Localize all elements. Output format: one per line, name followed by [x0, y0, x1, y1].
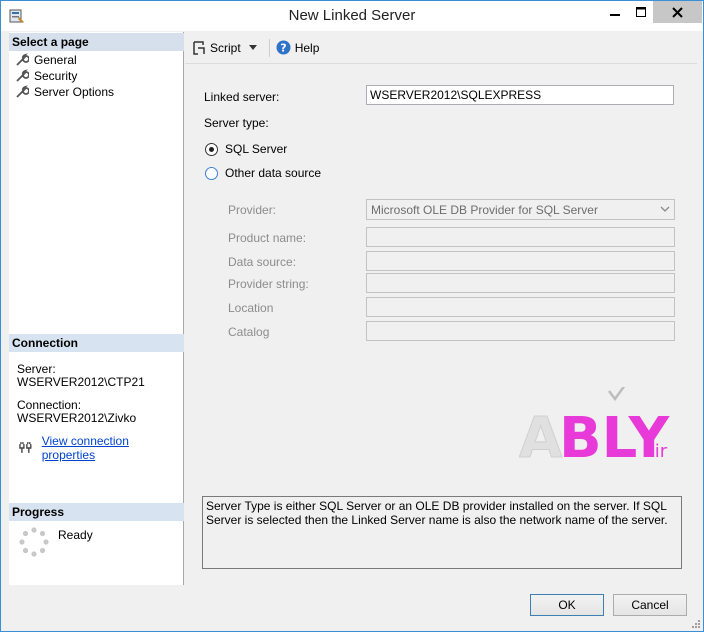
connection-info: Server: WSERVER2012\CTP21 Connection: WS…: [17, 363, 145, 425]
linked-server-label: Linked server:: [204, 90, 280, 104]
progress-header: Progress: [9, 503, 184, 521]
left-pane: Select a page General Security Server Op…: [9, 32, 184, 585]
radio-other-dot[interactable]: [205, 166, 218, 180]
close-button[interactable]: [653, 1, 702, 23]
page-item-general[interactable]: General: [15, 52, 114, 68]
progress-status: Ready: [58, 528, 93, 542]
provider-string-label: Provider string:: [228, 277, 309, 291]
title-bar: New Linked Server: [1, 1, 703, 31]
script-dropdown-button[interactable]: [248, 45, 261, 50]
page-item-security[interactable]: Security: [15, 68, 114, 84]
page-item-server-options[interactable]: Server Options: [15, 84, 114, 100]
resize-grip-icon[interactable]: [690, 618, 700, 628]
view-connection-properties-link[interactable]: View connection properties: [42, 434, 183, 462]
close-icon: [672, 6, 683, 18]
svg-text:A: A: [519, 406, 563, 467]
right-pane: Script ? Help Linked server: Server type…: [185, 32, 697, 585]
maximize-icon: [635, 7, 646, 17]
wrench-icon: [16, 69, 29, 82]
radio-sql-server-label: SQL Server: [225, 142, 288, 156]
page-item-label: Security: [34, 69, 78, 83]
page-list: General Security Server Options: [15, 52, 114, 100]
provider-string-input[interactable]: [366, 273, 675, 293]
script-label: Script: [210, 40, 241, 55]
radio-other-label: Other data source: [225, 166, 322, 180]
svg-text:.ir: .ir: [649, 441, 668, 462]
radio-sql-server[interactable]: SQL Server: [205, 142, 287, 156]
provider-select[interactable]: Microsoft OLE DB Provider for SQL Server: [366, 199, 675, 220]
location-input[interactable]: [366, 297, 675, 317]
svg-text:?: ?: [280, 42, 286, 55]
wrench-icon: [16, 85, 29, 98]
script-icon: [193, 40, 205, 55]
product-name-label: Product name:: [228, 231, 307, 245]
server-value: WSERVER2012\CTP21: [17, 375, 145, 389]
description-box: Server Type is either SQL Server or an O…: [202, 496, 682, 569]
help-button[interactable]: ? Help: [276, 40, 320, 55]
cancel-button[interactable]: Cancel: [613, 594, 687, 616]
provider-value: Microsoft OLE DB Provider for SQL Server: [371, 203, 598, 217]
connection-header: Connection: [9, 334, 184, 352]
progress-spinner-icon: [19, 527, 49, 557]
page-item-label: General: [34, 53, 77, 67]
linked-server-input[interactable]: [366, 85, 674, 105]
wrench-icon: [16, 53, 29, 66]
toolbar: Script ? Help: [185, 32, 697, 64]
radio-other-data-source[interactable]: Other data source: [205, 166, 321, 180]
script-button[interactable]: Script: [192, 41, 241, 55]
server-type-label: Server type:: [204, 116, 269, 130]
provider-label: Provider:: [228, 203, 277, 217]
ably-logo: A BLY .ir: [519, 387, 671, 467]
connection-value: WSERVER2012\Zivko: [17, 411, 137, 425]
progress-row: Ready: [18, 526, 93, 558]
product-name-input[interactable]: [366, 227, 675, 247]
help-label: Help: [294, 40, 320, 55]
radio-sql-server-dot[interactable]: [205, 142, 218, 156]
view-connection-row: View connection properties: [18, 434, 183, 462]
data-source-label: Data source:: [228, 255, 297, 269]
chevron-down-icon: [660, 206, 670, 212]
connection-plug-icon: [19, 442, 32, 453]
page-item-label: Server Options: [34, 85, 115, 99]
toolbar-separator: [268, 38, 270, 57]
dialog-window: New Linked Server Select a page General …: [0, 0, 704, 632]
minimize-icon: [609, 14, 620, 16]
catalog-input[interactable]: [366, 321, 675, 341]
data-source-input[interactable]: [366, 251, 675, 271]
ok-button[interactable]: OK: [530, 594, 604, 616]
help-icon: ?: [276, 40, 291, 55]
select-page-header: Select a page: [9, 33, 184, 51]
catalog-label: Catalog: [228, 325, 270, 339]
chevron-down-icon: [248, 45, 257, 50]
location-label: Location: [228, 301, 274, 315]
